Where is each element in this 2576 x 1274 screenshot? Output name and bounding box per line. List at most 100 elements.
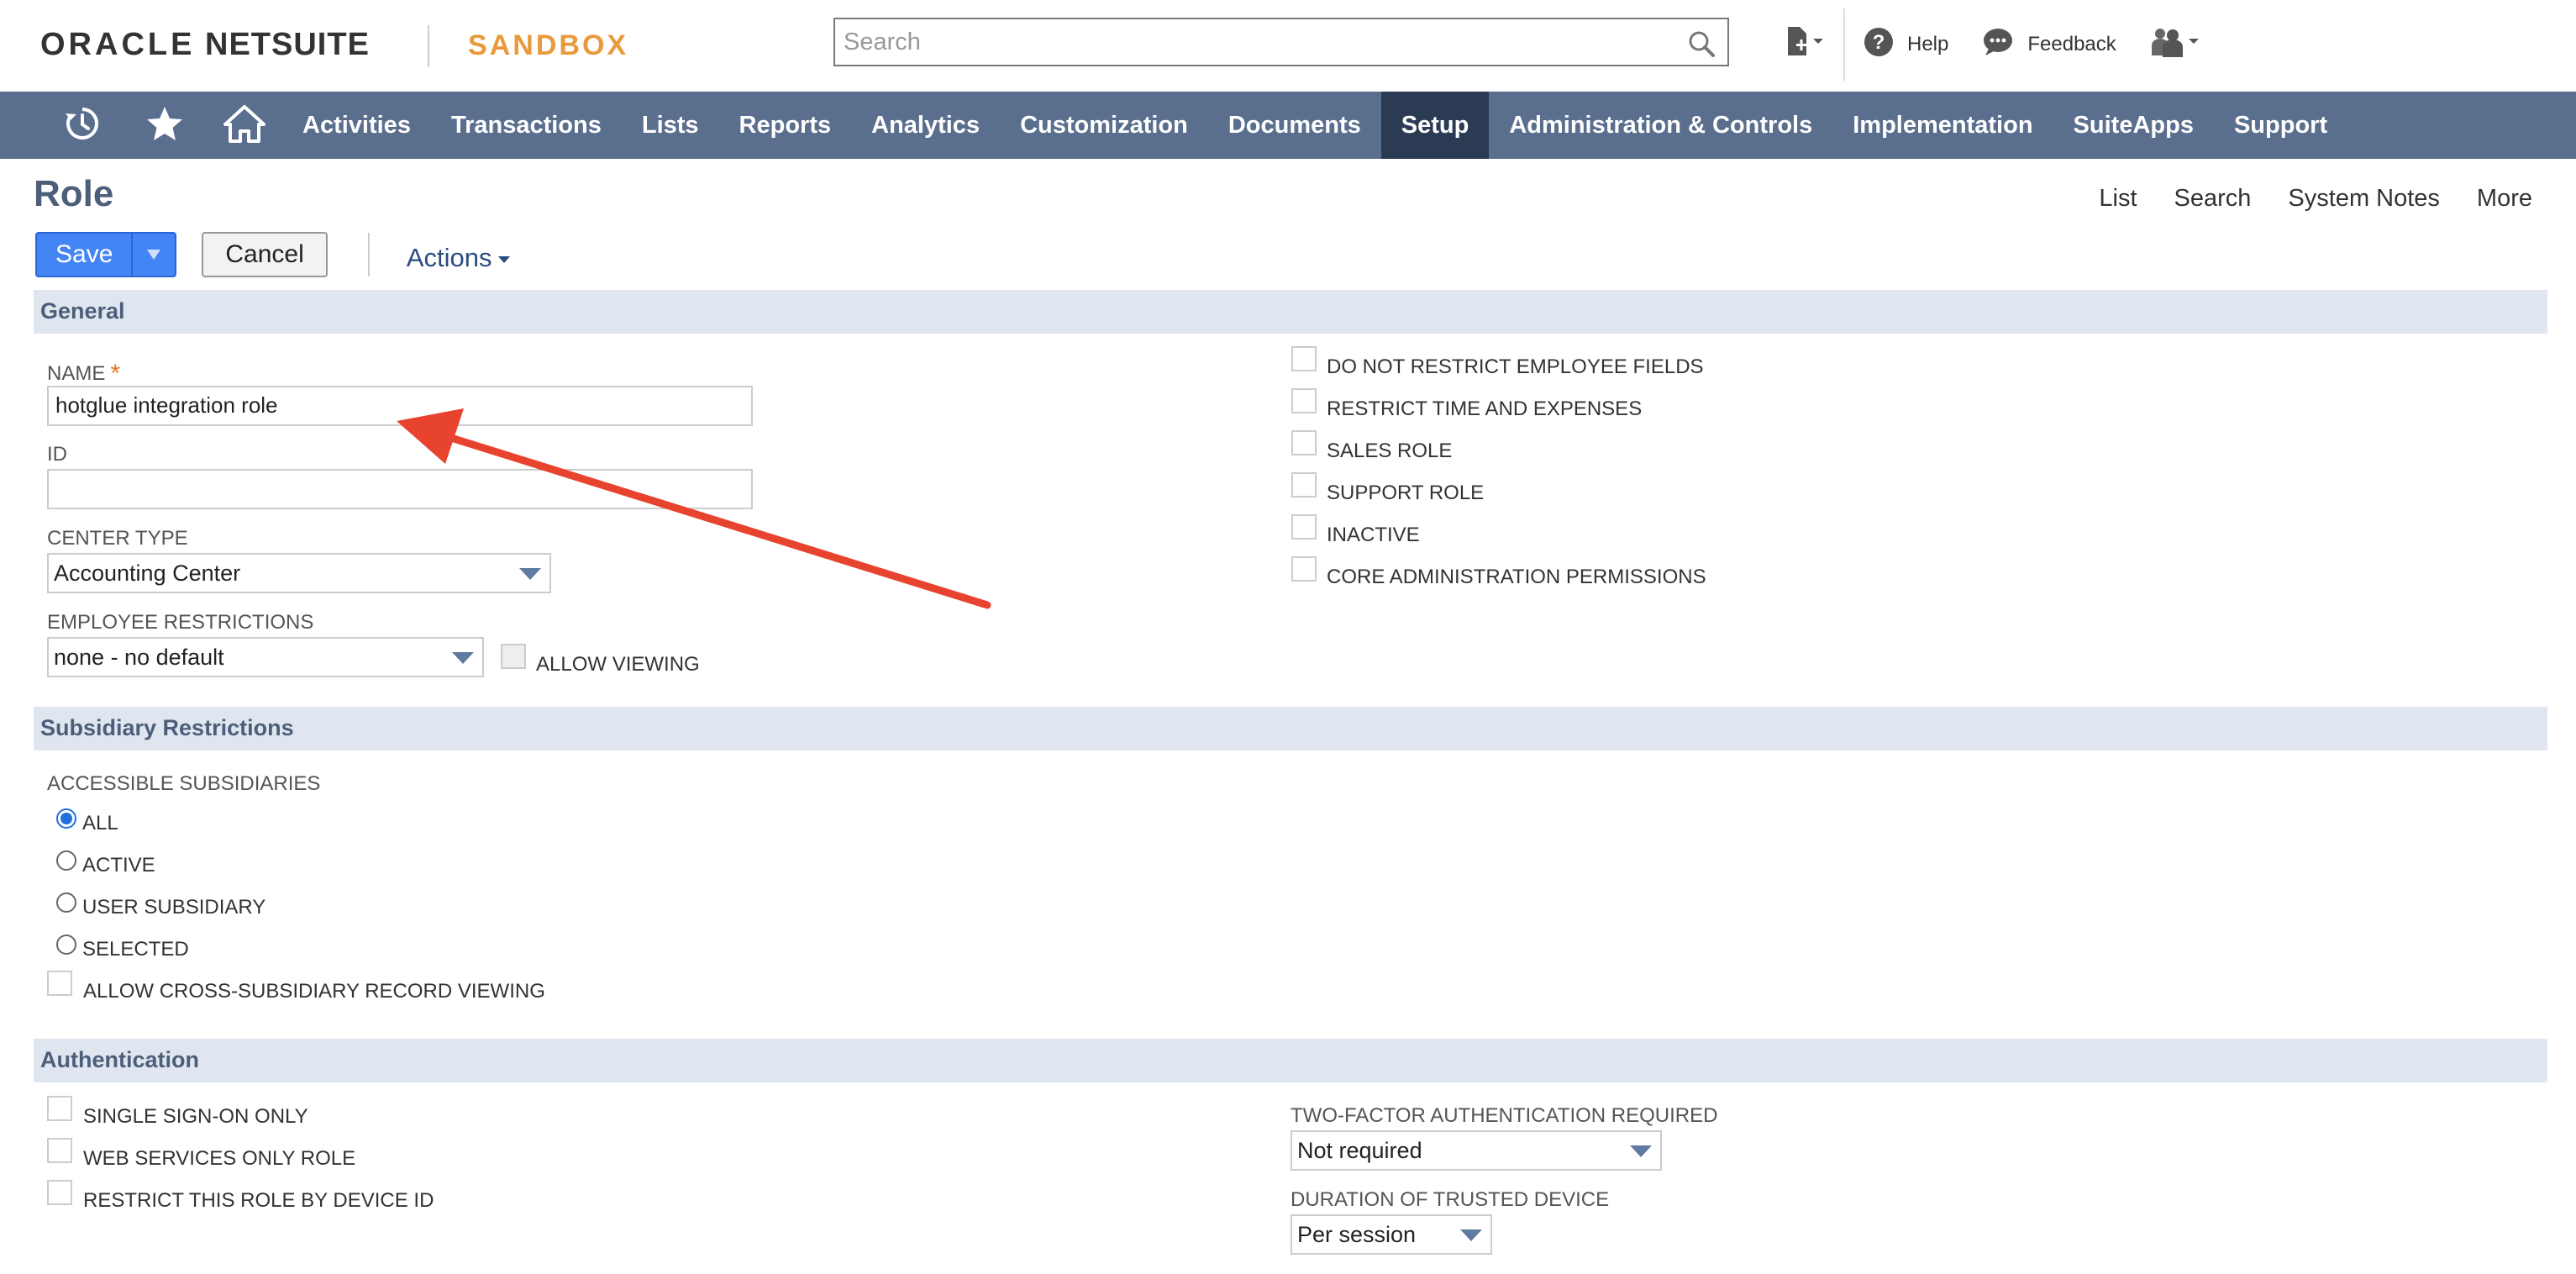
id-field[interactable] xyxy=(47,469,753,509)
tab-transactions[interactable]: Transactions xyxy=(431,92,622,159)
section-general-heading: General xyxy=(40,298,125,324)
main-nav: Activities Transactions Lists Reports An… xyxy=(0,92,2576,159)
tab-lists[interactable]: Lists xyxy=(622,92,719,159)
section-authentication-heading: Authentication xyxy=(40,1047,199,1072)
label-support-role: SUPPORT ROLE xyxy=(1327,482,1485,504)
tab-reports[interactable]: Reports xyxy=(719,92,852,159)
checkbox-inactive[interactable] xyxy=(1291,514,1317,540)
radio-active-label: ACTIVE xyxy=(82,854,155,877)
center-type-label: CENTER TYPE xyxy=(47,527,188,550)
help-label: Help xyxy=(1907,33,1949,55)
tab-analytics[interactable]: Analytics xyxy=(851,92,1000,159)
help-link[interactable]: ? Help xyxy=(1864,27,1948,63)
dropdown-arrow-icon xyxy=(1630,1145,1652,1157)
logo-divider xyxy=(428,25,430,67)
checkbox-restrict-time-and-expenses[interactable] xyxy=(1291,388,1317,413)
cancel-button[interactable]: Cancel xyxy=(202,232,328,277)
checkbox-support-role[interactable] xyxy=(1291,472,1317,497)
actions-label: Actions xyxy=(406,243,492,272)
two-factor-value: Not required xyxy=(1297,1138,1422,1163)
tab-implementation[interactable]: Implementation xyxy=(1832,92,2053,159)
section-subsidiary-restrictions: Subsidiary Restrictions xyxy=(34,707,2547,750)
label-restrict-time-and-expenses: RESTRICT TIME AND EXPENSES xyxy=(1327,397,1643,420)
dropdown-arrow-icon xyxy=(452,652,474,664)
tab-activities[interactable]: Activities xyxy=(282,92,431,159)
radio-active[interactable] xyxy=(56,850,76,871)
radio-all-label: ALL xyxy=(82,812,118,834)
allow-viewing-checkbox[interactable] xyxy=(501,644,526,669)
logo-netsuite-text: NETSUITE xyxy=(205,27,370,63)
more-link[interactable]: More xyxy=(2477,185,2532,213)
checkbox-sales-role[interactable] xyxy=(1291,430,1317,455)
save-button[interactable]: Save xyxy=(37,234,134,276)
tab-customization[interactable]: Customization xyxy=(1000,92,1208,159)
checkbox-allow-cross-subsidiary-viewing[interactable] xyxy=(47,971,72,996)
search-link[interactable]: Search xyxy=(2174,185,2252,213)
top-header: ORACLE NETSUITE SANDBOX ? Help Feedback xyxy=(0,0,2576,92)
tab-documents[interactable]: Documents xyxy=(1208,92,1381,159)
two-factor-label: TWO-FACTOR AUTHENTICATION REQUIRED xyxy=(1291,1104,1718,1127)
id-label: ID xyxy=(47,443,67,466)
two-factor-select[interactable]: Not required xyxy=(1291,1130,1662,1171)
system-notes-link[interactable]: System Notes xyxy=(2288,185,2440,213)
tab-suiteapps[interactable]: SuiteApps xyxy=(2053,92,2214,159)
global-search[interactable] xyxy=(833,18,1729,66)
star-icon xyxy=(146,105,183,146)
nav-recent[interactable] xyxy=(42,92,123,159)
list-link[interactable]: List xyxy=(2099,185,2137,213)
user-roles-menu[interactable] xyxy=(2150,25,2202,65)
radio-selected[interactable] xyxy=(56,934,76,955)
radio-user-subsidiary[interactable] xyxy=(56,892,76,913)
required-marker: * xyxy=(110,360,121,387)
actions-menu[interactable]: Actions xyxy=(407,243,513,273)
center-type-select[interactable]: Accounting Center xyxy=(47,553,551,593)
search-input[interactable] xyxy=(842,28,1669,57)
sandbox-badge: SANDBOX xyxy=(468,29,629,62)
label-single-sign-on-only: SINGLE SIGN-ON ONLY xyxy=(83,1105,308,1128)
save-dropdown-button[interactable] xyxy=(133,249,175,261)
radio-selected-label: SELECTED xyxy=(82,938,189,961)
label-web-services-only-role: WEB SERVICES ONLY ROLE xyxy=(83,1147,356,1170)
header-tools: ? Help Feedback xyxy=(1785,8,2236,81)
help-icon: ? xyxy=(1864,27,1894,63)
page-title: Role xyxy=(34,173,114,214)
header-divider xyxy=(1843,8,1845,81)
radio-all[interactable] xyxy=(56,808,76,829)
page-links: List Search System Notes More xyxy=(2062,185,2532,213)
label-restrict-role-by-device-id: RESTRICT THIS ROLE BY DEVICE ID xyxy=(83,1189,434,1212)
tab-support[interactable]: Support xyxy=(2214,92,2347,159)
user-group-icon xyxy=(2150,25,2202,65)
save-button-group: Save xyxy=(35,232,177,277)
section-authentication: Authentication xyxy=(34,1039,2547,1082)
dropdown-arrow-icon xyxy=(1460,1229,1482,1241)
trusted-device-select[interactable]: Per session xyxy=(1291,1214,1492,1255)
checkbox-single-sign-on-only[interactable] xyxy=(47,1096,72,1121)
radio-user-subsidiary-label: USER SUBSIDIARY xyxy=(82,896,266,919)
section-general: General xyxy=(34,290,2547,334)
tab-administration-controls[interactable]: Administration & Controls xyxy=(1489,92,1832,159)
netsuite-logo[interactable]: ORACLE NETSUITE SANDBOX xyxy=(40,25,628,67)
label-inactive: INACTIVE xyxy=(1327,524,1420,546)
nav-favorites[interactable] xyxy=(123,92,207,159)
checkbox-restrict-role-by-device-id[interactable] xyxy=(47,1180,72,1205)
history-icon xyxy=(64,105,101,146)
feedback-icon xyxy=(1982,27,2014,63)
feedback-link[interactable]: Feedback xyxy=(1982,27,2116,63)
trusted-device-label: DURATION OF TRUSTED DEVICE xyxy=(1291,1188,1610,1211)
employee-restrictions-select[interactable]: none - no default xyxy=(47,637,484,677)
create-new-menu[interactable] xyxy=(1785,25,1825,65)
feedback-label: Feedback xyxy=(2027,33,2116,55)
search-icon[interactable] xyxy=(1687,29,1716,62)
new-record-icon xyxy=(1785,25,1825,65)
home-icon xyxy=(223,104,265,147)
tab-setup[interactable]: Setup xyxy=(1380,92,1490,159)
checkbox-core-administration-permissions[interactable] xyxy=(1291,556,1317,582)
center-type-value: Accounting Center xyxy=(54,561,241,586)
allow-viewing-label: ALLOW VIEWING xyxy=(536,653,700,676)
nav-home[interactable] xyxy=(207,92,282,159)
checkbox-web-services-only-role[interactable] xyxy=(47,1138,72,1163)
actions-caret-icon xyxy=(498,256,511,263)
label-allow-cross-subsidiary-viewing: ALLOW CROSS-SUBSIDIARY RECORD VIEWING xyxy=(83,980,545,1003)
checkbox-do-not-restrict-employee-fields[interactable] xyxy=(1291,346,1317,371)
name-field[interactable]: hotglue integration role xyxy=(47,386,753,426)
